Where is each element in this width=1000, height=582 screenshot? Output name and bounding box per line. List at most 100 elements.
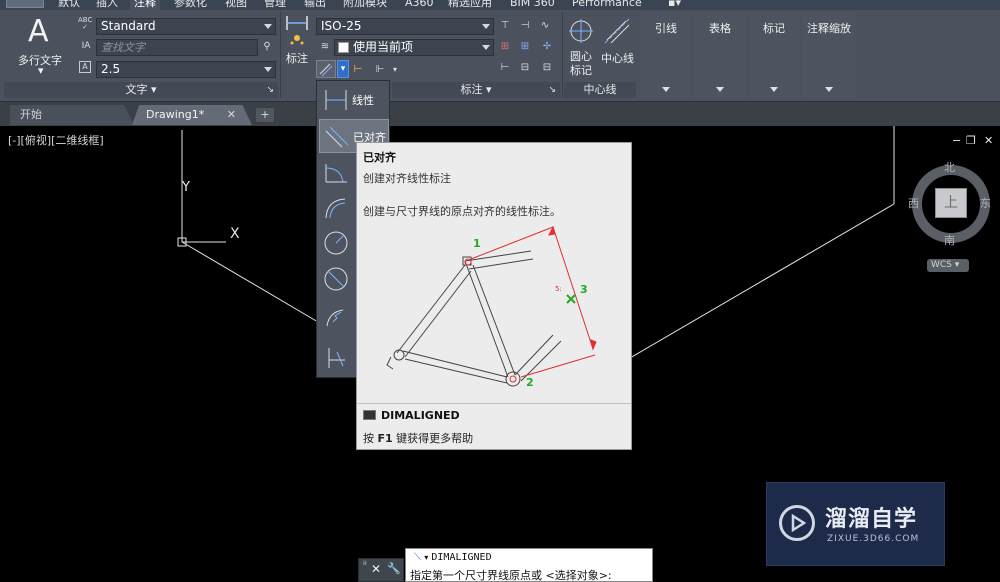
svg-text:5:: 5: — [555, 285, 562, 293]
text-height-combo[interactable]: 2.5 — [96, 61, 276, 78]
compass-east[interactable]: 东 — [980, 195, 991, 211]
text-style-combo[interactable]: Standard — [96, 18, 276, 35]
find-text-input[interactable]: 查找文字 — [96, 39, 258, 56]
annotation-scaling-panel-label: 注释缩放 — [807, 22, 851, 35]
dimension-layer-combo[interactable]: 使用当前项 — [334, 39, 494, 56]
tooltip-help: 按 F1 键获得更多帮助 — [363, 432, 474, 445]
center-mark-icon[interactable] — [568, 18, 594, 44]
leaders-panel[interactable]: 引线 — [640, 12, 692, 97]
linear-dim-split-button[interactable] — [316, 60, 336, 78]
command-icon: ⟍ — [414, 552, 421, 563]
application-menu-button[interactable] — [6, 0, 44, 8]
inspect-icon[interactable]: ⊞ — [498, 40, 512, 54]
tooltip-command: DIMALIGNED — [381, 409, 460, 422]
watermark-url: ZIXUE.3D66.COM — [827, 534, 920, 544]
ribbon: A 多行文字 ▾ ABC ✓ Standard IA 查找文字 ⚲ A 2.5 文… — [0, 10, 1000, 102]
mtext-chevron-icon[interactable]: ▾ — [38, 64, 44, 77]
tooltip-divider — [357, 403, 631, 404]
quick-dim-icon[interactable]: ⊢ — [351, 63, 365, 77]
compass-north[interactable]: 北 — [944, 159, 955, 175]
aligned-dim-tooltip: 已对齐 创建对齐线性标注 创建与尺寸界线的原点对齐的线性标注。 5: 1 2 3… — [356, 142, 632, 450]
tooltip-title: 已对齐 — [363, 151, 396, 164]
centerline-panel-title[interactable]: 中心线 — [564, 82, 636, 98]
close-icon[interactable]: ✕ — [371, 562, 381, 576]
centerline-label[interactable]: 中心线 — [601, 50, 634, 66]
panel-divider — [562, 12, 563, 98]
arc-length-icon — [325, 198, 346, 219]
spellcheck-icon[interactable]: ABC ✓ — [78, 17, 92, 31]
layer-icon[interactable]: ≋ — [318, 40, 332, 54]
viewcube-top-face[interactable]: 上 — [935, 188, 967, 218]
ucs-x-axis-label: X — [230, 226, 240, 242]
dimension-button-label[interactable]: 标注 — [286, 50, 308, 66]
update-icon[interactable]: ⊞ — [518, 40, 532, 54]
camera-icon[interactable]: ▪▾ — [664, 0, 685, 10]
centerline-icon[interactable] — [604, 18, 630, 44]
play-logo-icon — [779, 505, 815, 541]
grip-handle-icon[interactable]: ⁞⁞ — [363, 561, 367, 567]
tab-parametric[interactable]: 参数化 — [170, 0, 211, 10]
leaders-panel-label: 引线 — [655, 22, 677, 35]
command-line[interactable]: ⟍ ▾ DIMALIGNED 指定第一个尺寸界线原点或 <选择对象>: — [405, 548, 653, 582]
ucs-y-axis-label: Y — [182, 180, 190, 195]
dimension-style-combo[interactable]: ISO-25 — [316, 18, 494, 35]
panel-divider — [280, 12, 281, 98]
oblique-icon[interactable]: ⊢ — [498, 61, 512, 75]
restore-icon[interactable]: ❐ — [966, 134, 976, 147]
marker-2: 2 — [526, 376, 534, 389]
continue-dropdown-icon[interactable]: ▾ — [388, 63, 402, 77]
reassociate-icon[interactable]: ✢ — [540, 40, 554, 54]
start-tab[interactable]: 开始 — [10, 105, 134, 125]
dimension-big-icon[interactable] — [284, 14, 310, 48]
tab-view[interactable]: 视图 — [221, 0, 251, 10]
override-icon[interactable]: ⊟ — [540, 61, 554, 75]
close-icon[interactable]: ✕ — [227, 105, 236, 125]
tab-performance[interactable]: Performance — [568, 0, 646, 10]
drawing-tab[interactable]: Drawing1* ✕ — [132, 105, 252, 125]
new-tab-button[interactable]: + — [256, 108, 274, 122]
tab-default[interactable]: 默认 — [54, 0, 84, 10]
mtext-icon[interactable]: A — [28, 14, 49, 49]
text-height-icon[interactable]: IA — [79, 39, 93, 53]
tab-manage[interactable]: 管理 — [260, 0, 290, 10]
tab-featured-apps[interactable]: 精选应用 — [444, 0, 496, 10]
tables-panel[interactable]: 表格 — [694, 12, 746, 97]
tab-a360[interactable]: A360 — [401, 0, 438, 10]
minimize-icon[interactable]: − — [952, 134, 961, 147]
tab-annotate[interactable]: 注释 — [130, 0, 160, 10]
center-mark-label[interactable]: 圆心 标记 — [570, 50, 592, 78]
flyout-item-linear[interactable]: 线性 — [319, 83, 389, 117]
continue-dim-icon[interactable]: ⊩ — [373, 63, 387, 77]
wrench-icon[interactable]: 🔧 — [387, 562, 401, 575]
wcs-menu[interactable]: WCS ▾ — [927, 259, 969, 272]
tab-bim360[interactable]: BIM 360 — [506, 0, 559, 10]
dim-break-icon[interactable]: ⊣ — [518, 19, 532, 33]
tab-addins[interactable]: 附加模块 — [339, 0, 391, 10]
text-panel-title[interactable]: 文字 ▾ ↘ — [4, 82, 278, 98]
compass-south[interactable]: 南 — [944, 232, 955, 248]
dim-jog-icon[interactable]: ∿ — [538, 19, 552, 33]
diameter-icon — [324, 267, 348, 291]
radius-icon — [324, 231, 348, 255]
compass-west[interactable]: 西 — [908, 195, 919, 211]
linear-dim-icon — [325, 90, 347, 110]
command-line-grip[interactable]: ⁞⁞ ✕ 🔧 — [358, 558, 404, 582]
tooltip-description: 创建与尺寸界线的原点对齐的线性标注。 — [363, 205, 561, 218]
ribbon-tab-bar: 默认 插入 注释 参数化 视图 管理 输出 附加模块 A360 精选应用 BIM… — [0, 0, 1000, 10]
dimension-panel-title[interactable]: 标注 ▾ ↘ — [392, 82, 560, 98]
tab-output[interactable]: 输出 — [300, 0, 330, 10]
command-prompt[interactable]: 指定第一个尺寸界线原点或 <选择对象>: — [410, 567, 612, 582]
annotative-icon[interactable]: A — [79, 61, 91, 73]
dim-space-icon[interactable]: ⊤ — [498, 19, 512, 33]
marker-3: 3 — [580, 283, 588, 296]
annotation-scaling-panel[interactable]: 注释缩放 — [802, 12, 856, 97]
tab-insert[interactable]: 插入 — [92, 0, 122, 10]
close-icon[interactable]: ✕ — [984, 134, 993, 147]
text-angle-icon[interactable]: ⊟ — [518, 61, 532, 75]
viewport-controls[interactable]: [-][俯视][二维线框] — [8, 132, 104, 148]
markup-panel[interactable]: 标记 — [748, 12, 800, 97]
find-binoculars-icon[interactable]: ⚲ — [260, 40, 274, 54]
viewcube[interactable]: 上 北 南 西 东 — [904, 159, 996, 256]
dimension-flyout-chevron-icon[interactable]: ▾ — [337, 60, 349, 78]
markup-panel-label: 标记 — [763, 22, 785, 35]
